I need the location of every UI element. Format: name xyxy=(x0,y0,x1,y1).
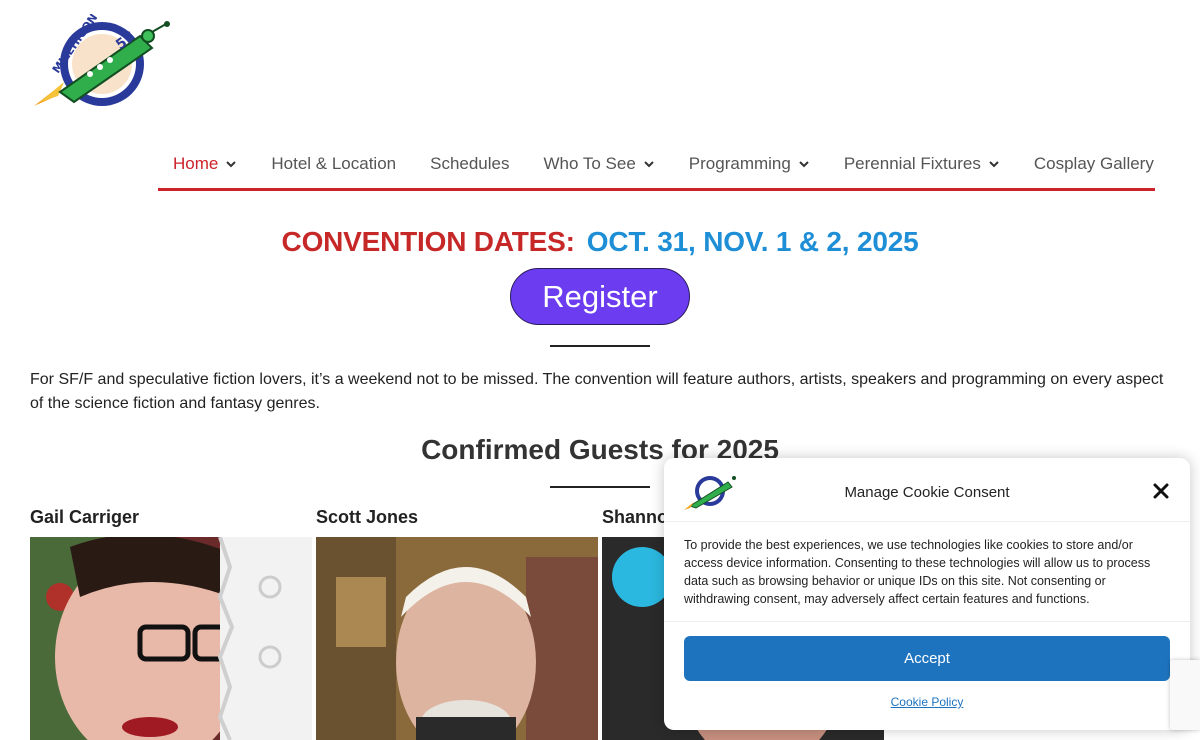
nav-item-who-to-see[interactable]: Who To See xyxy=(525,143,670,185)
intro-paragraph: For SF/F and speculative fiction lovers,… xyxy=(30,371,1164,412)
nav-item-programming[interactable]: Programming xyxy=(670,143,825,185)
cookie-header: Manage Cookie Consent xyxy=(664,458,1190,522)
convention-dates-label: CONVENTION DATES: xyxy=(281,226,575,257)
accept-button[interactable]: Accept xyxy=(684,636,1170,681)
cookie-title: Manage Cookie Consent xyxy=(844,484,1010,501)
nav-item-perennial-fixtures[interactable]: Perennial Fixtures xyxy=(825,143,1015,185)
chevron-down-icon xyxy=(798,158,810,170)
recaptcha-badge[interactable] xyxy=(1170,660,1200,730)
register-button[interactable]: Register xyxy=(510,268,690,325)
nav-label-hotel-location: Hotel & Location xyxy=(271,154,397,173)
convention-dates-value: OCT. 31, NOV. 1 & 2, 2025 xyxy=(586,226,919,257)
guests-divider xyxy=(550,486,650,488)
nav-label-cosplay-gallery: Cosplay Gallery xyxy=(1033,154,1154,173)
cookie-consent-dialog: Manage Cookie Consent To provide the bes… xyxy=(664,458,1190,730)
main-navigation: Home Hotel & Location Schedules Who To S… xyxy=(158,140,1155,191)
nav-item-schedules[interactable]: Schedules xyxy=(411,143,524,185)
site-logo[interactable]: 57 MILEHICON xyxy=(30,11,172,114)
cookie-divider xyxy=(664,621,1190,622)
guest-name[interactable]: Scott Jones xyxy=(316,507,418,528)
nav-item-hotel-location[interactable]: Hotel & Location xyxy=(252,143,411,185)
nav-label-perennial-fixtures: Perennial Fixtures xyxy=(843,154,981,173)
guest-name[interactable]: Gail Carriger xyxy=(30,507,139,528)
close-icon[interactable] xyxy=(1152,482,1170,500)
convention-dates: CONVENTION DATES: OCT. 31, NOV. 1 & 2, 20… xyxy=(0,226,1200,258)
guest-photo[interactable] xyxy=(316,537,598,740)
chevron-down-icon xyxy=(225,158,237,170)
chevron-down-icon xyxy=(988,158,1000,170)
nav-item-cosplay-gallery[interactable]: Cosplay Gallery xyxy=(1015,143,1169,185)
section-divider xyxy=(550,345,650,347)
nav-label-programming: Programming xyxy=(688,154,791,173)
nav-label-who-to-see: Who To See xyxy=(543,154,636,173)
guest-photo[interactable] xyxy=(30,537,312,740)
nav-label-schedules: Schedules xyxy=(430,154,510,173)
nav-label-home: Home xyxy=(173,154,219,173)
chevron-down-icon xyxy=(643,158,655,170)
cookie-message: To provide the best experiences, we use … xyxy=(684,538,1151,606)
nav-item-home[interactable]: Home xyxy=(158,143,252,185)
cookie-policy-link[interactable]: Cookie Policy xyxy=(664,695,1190,709)
